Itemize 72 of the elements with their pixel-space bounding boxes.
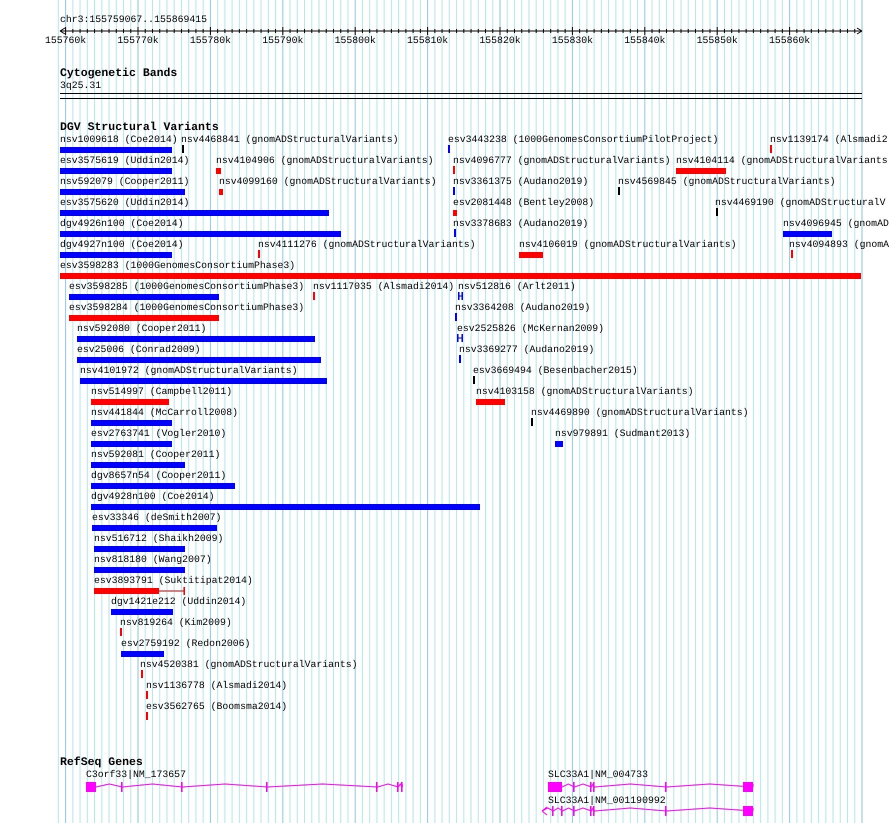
variant-label: nsv4094893 (gnomA bbox=[789, 239, 889, 251]
ruler-label: 155800k bbox=[334, 35, 377, 47]
variant-label: esv3893791 (Suktitipat2014) bbox=[94, 575, 253, 587]
variant-label: nsv819264 (Kim2009) bbox=[120, 617, 232, 629]
variant-label: nsv4106019 (gnomADStructuralVariants) bbox=[519, 239, 737, 251]
band-label: 3q25.31 bbox=[60, 80, 102, 92]
variant-label: esv2081448 (Bentley2008) bbox=[453, 197, 594, 209]
track-title: DGV Structural Variants bbox=[60, 121, 219, 134]
variant-label: nsv441844 (McCarroll2008) bbox=[91, 407, 238, 419]
variant-label: nsv592079 (Cooper2011) bbox=[60, 176, 190, 188]
variant-label: nsv4101972 (gnomADStructuralVariants) bbox=[80, 365, 298, 377]
ruler-label: 155760k bbox=[44, 35, 88, 47]
variant-label: dgv1421e212 (Uddin2014) bbox=[111, 596, 246, 608]
variant-label: dgv4928n100 (Coe2014) bbox=[91, 491, 214, 503]
variant-label: nsv4111276 (gnomADStructuralVariants) bbox=[258, 239, 476, 251]
variant-label: esv3575619 (Uddin2014) bbox=[60, 155, 190, 167]
variant-label: nsv1117035 (Alsmadi2014) bbox=[313, 281, 454, 293]
variant-label: nsv4469190 (gnomADStructuralV bbox=[715, 197, 886, 209]
variant-label: nsv4096945 (gnomAD bbox=[783, 218, 889, 230]
variant-label: nsv4569845 (gnomADStructuralVariants) bbox=[618, 176, 836, 188]
variant-label: esv2525826 (McKernan2009) bbox=[457, 323, 604, 335]
variant-label: nsv4104906 (gnomADStructuralVariants) bbox=[216, 155, 434, 167]
variant-label: dgv8657n54 (Cooper2011) bbox=[91, 470, 226, 482]
variant-label: nsv1009618 (Coe2014) bbox=[60, 134, 178, 146]
variant-label: nsv4103158 (gnomADStructuralVariants) bbox=[476, 386, 694, 398]
variant-label: esv3598285 (1000GenomesConsortiumPhase3) bbox=[69, 281, 304, 293]
variant-label: dgv4927n100 (Coe2014) bbox=[60, 239, 184, 251]
track-title: Cytogenetic Bands bbox=[60, 67, 178, 81]
variant-label: nsv3378683 (Audano2019) bbox=[453, 218, 588, 230]
variant-label: nsv3364208 (Audano2019) bbox=[455, 302, 590, 314]
variant-label: esv3598283 (1000GenomesConsortiumPhase3) bbox=[60, 260, 296, 272]
chromosome-location: chr3:155759067..155869415 bbox=[60, 14, 207, 26]
ruler-label: 155830k bbox=[550, 35, 594, 47]
variant-label: nsv4468841 (gnomADStructuralVariants) bbox=[181, 134, 399, 146]
variant-label: nsv3361375 (Audano2019) bbox=[453, 176, 588, 188]
gene-label: C3orf33|NM_173657 bbox=[86, 769, 186, 781]
variant-label: esv3575620 (Uddin2014) bbox=[60, 197, 190, 209]
variant-label: nsv4469890 (gnomADStructuralVariants) bbox=[531, 407, 749, 419]
ruler-label: 155780k bbox=[188, 35, 232, 47]
variant-label: nsv818180 (Wang2007) bbox=[94, 554, 212, 566]
track-title: RefSeq Genes bbox=[60, 756, 143, 770]
variant-label: nsv4096777 (gnomADStructuralVariants) bbox=[453, 155, 671, 167]
variant-label: esv3562765 (Boomsma2014) bbox=[146, 701, 288, 713]
variant-label: nsv1136778 (Alsmadi2014) bbox=[146, 680, 288, 692]
variant-label: nsv4099160 (gnomADStructuralVariants) bbox=[219, 176, 437, 188]
variant-label: esv3669494 (Besenbacher2015) bbox=[473, 365, 638, 377]
ruler-label: 155790k bbox=[261, 35, 304, 47]
gene-label: SLC33A1|NM_001190992 bbox=[548, 795, 666, 807]
variant-label: esv3598284 (1000GenomesConsortiumPhase3) bbox=[69, 302, 304, 314]
variant-label: esv3443238 (1000GenomesConsortiumPilotProject) bbox=[448, 134, 718, 146]
variant-label: nsv512816 (Arlt2011) bbox=[458, 281, 576, 293]
ruler-label: 155850k bbox=[696, 35, 739, 47]
variant-label: nsv592080 (Cooper2011) bbox=[77, 323, 206, 335]
variant-label: esv33346 (deSmith2007) bbox=[92, 512, 222, 524]
variant-label: nsv1139174 (Alsmadi2 bbox=[770, 134, 888, 146]
variant-label: dgv4926n100 (Coe2014) bbox=[60, 218, 184, 230]
variant-label: nsv592081 (Cooper2011) bbox=[91, 449, 220, 461]
variant-label: nsv3369277 (Audano2019) bbox=[459, 344, 594, 356]
variant-label: esv25006 (Conrad2009) bbox=[77, 344, 200, 356]
ruler-label: 155770k bbox=[116, 35, 160, 47]
ruler-label: 155810k bbox=[406, 35, 450, 47]
variant-label: nsv4104114 (gnomADStructuralVariants bbox=[676, 155, 888, 167]
ruler-label: 155840k bbox=[623, 35, 666, 47]
variant-label: esv2763741 (Vogler2010) bbox=[91, 428, 226, 440]
variant-label: esv2759192 (Redon2006) bbox=[121, 638, 250, 650]
variant-label: nsv514997 (Campbell2011) bbox=[91, 386, 232, 398]
variant-label: nsv4520381 (gnomADStructuralVariants) bbox=[140, 659, 358, 671]
variant-label: nsv979891 (Sudmant2013) bbox=[555, 428, 690, 440]
ruler-label: 155820k bbox=[478, 35, 522, 47]
variant-label: nsv516712 (Shaikh2009) bbox=[94, 533, 224, 545]
ruler-label: 155860k bbox=[768, 35, 812, 47]
gene-label: SLC33A1|NM_004733 bbox=[548, 769, 648, 781]
